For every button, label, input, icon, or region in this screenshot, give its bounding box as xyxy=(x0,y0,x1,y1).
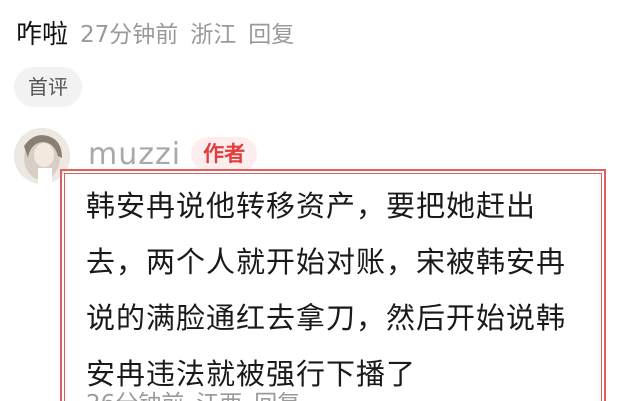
author-comment-location: 江西 xyxy=(196,384,242,401)
author-badge: 作者 xyxy=(191,137,258,171)
author-comment-reply-button[interactable]: 回复 xyxy=(254,384,300,401)
previous-comment-reply-button[interactable]: 回复 xyxy=(248,15,294,49)
comment-line-1: 韩安冉说他转移资产，要把她赶出 xyxy=(86,189,537,223)
comment-thread: 咋啦 27分钟前 浙江 回复 首评 muzzi 作者 韩安冉说他转移资产，要把她… xyxy=(0,0,640,401)
first-comment-tag: 首评 xyxy=(14,67,82,107)
author-comment-body: 韩安冉说他转移资产，要把她赶出 去，两个人就开始对账，宋被韩安冉 说的满脸通红去… xyxy=(86,178,598,401)
author-header: muzzi 作者 xyxy=(88,134,258,174)
comment-line-3: 说的满脸通红去拿刀，然后开始说韩 xyxy=(86,301,567,335)
author-comment-meta: 26分钟前 江西 回复 xyxy=(86,386,300,401)
previous-comment-location: 浙江 xyxy=(190,22,237,48)
previous-comment-row: 咋啦 27分钟前 浙江 回复 xyxy=(16,12,294,52)
author-comment-time: 26分钟前 xyxy=(86,384,184,401)
previous-comment-text: 咋啦 xyxy=(16,19,69,50)
username[interactable]: muzzi xyxy=(88,137,181,172)
comment-line-2: 去，两个人就开始对账，宋被韩安冉 xyxy=(86,245,567,279)
previous-comment-time: 27分钟前 xyxy=(80,22,179,48)
